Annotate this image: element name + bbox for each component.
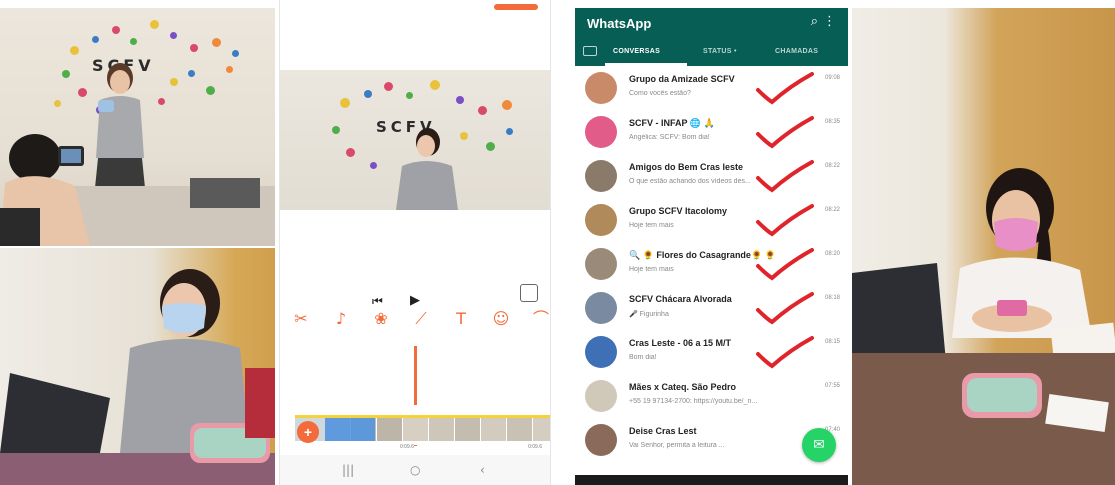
sticker-tool[interactable]: ☺ <box>486 310 516 336</box>
play-icon[interactable]: ▶ <box>410 292 420 308</box>
app-title: WhatsApp <box>587 16 652 31</box>
chat-row[interactable]: Mães x Cateq. São Pedro +55 19 97134-2700… <box>575 374 848 418</box>
photo-recording-session: SCFV <box>0 8 275 246</box>
fullscreen-icon[interactable] <box>520 284 538 302</box>
chat-time: 08:22 <box>824 163 840 169</box>
video-editor-screen: SCFV ⏮ ▶ ✂ ♪ ❀ ⟋ T ☺ ⌒ + 0:09.6 0:09.6 |… <box>279 0 551 485</box>
tab-chamadas[interactable]: CHAMADAS <box>775 48 818 55</box>
tool-label <box>326 330 356 336</box>
chat-time: 08:35 <box>824 119 840 125</box>
scissors-icon: ✂ <box>294 309 308 328</box>
red-checkmark-icon <box>756 292 814 325</box>
effects-tool[interactable]: ⌒ <box>526 309 550 336</box>
speed-tool[interactable]: ⟋ <box>406 310 436 336</box>
export-button[interactable] <box>494 4 538 10</box>
chat-row[interactable]: Grupo da Amizade SCFV Como vocês estão? 09… <box>575 66 848 110</box>
timecodes: 0:09.6 0:09.6 <box>280 444 550 454</box>
scissors-tool[interactable]: ✂ <box>286 310 316 336</box>
search-icon[interactable]: ⌕ <box>811 14 818 29</box>
text-tool[interactable]: T <box>446 310 476 336</box>
music-icon: ♪ <box>335 309 347 328</box>
tab-status[interactable]: STATUS • <box>703 48 737 55</box>
editing-tools: ✂ ♪ ❀ ⟋ T ☺ ⌒ <box>280 310 550 344</box>
selected-clip[interactable] <box>325 418 375 441</box>
text-icon: T <box>456 309 466 328</box>
back-icon[interactable]: ‹ <box>480 463 485 477</box>
tool-label <box>406 330 436 336</box>
chat-avatar <box>585 116 617 148</box>
video-preview[interactable]: SCFV <box>280 70 550 210</box>
chat-time: 08:18 <box>824 295 840 301</box>
chat-row[interactable]: SCFV - INFAP 🌐 🙏 Angélica: SCFV: Bom dia!… <box>575 110 848 154</box>
red-checkmark-icon <box>756 248 814 281</box>
skip-back-icon[interactable]: ⏮ <box>372 294 383 309</box>
chat-row[interactable]: 🔍 🌻 Flores do Casagrande🌻 🌻 Hoje tem mais… <box>575 242 848 286</box>
recent-apps-icon[interactable]: ||| <box>342 463 354 477</box>
chat-avatar <box>585 72 617 104</box>
tool-label <box>286 330 316 336</box>
chat-avatar <box>585 160 617 192</box>
chat-avatar <box>585 380 617 412</box>
chat-name: Deise Cras Lest <box>629 426 697 436</box>
chat-avatar <box>585 204 617 236</box>
tool-label <box>366 330 396 336</box>
timeline-track[interactable] <box>295 415 550 441</box>
whatsapp-tabs: CONVERSAS STATUS • CHAMADAS <box>575 42 848 66</box>
chat-time: 09:08 <box>824 75 840 81</box>
photo-collage: SCFV ⏮ ▶ ✂ ♪ ❀ ⟋ T ☺ ⌒ + 0:09.6 0:09.6 |… <box>0 0 1115 485</box>
phone-bottom-bezel <box>575 475 848 485</box>
woman-laptop-illustration <box>0 269 275 485</box>
tab-conversas[interactable]: CONVERSAS <box>613 48 660 55</box>
current-time: 0:09.6 <box>400 444 414 450</box>
red-checkmark-icon <box>756 204 814 237</box>
new-chat-button[interactable]: ✉ <box>802 428 836 462</box>
chat-avatar <box>585 424 617 456</box>
photo-woman-with-phone <box>852 8 1115 485</box>
effects-icon: ⌒ <box>532 309 549 328</box>
speed-icon: ⟋ <box>415 309 427 328</box>
chat-row[interactable]: Cras Leste - 06 a 15 M/T Bom dia! 08:15 <box>575 330 848 374</box>
more-options-icon[interactable]: ⋮ <box>823 14 836 29</box>
chat-avatar <box>585 336 617 368</box>
chat-avatar <box>585 248 617 280</box>
chat-avatar <box>585 292 617 324</box>
red-checkmark-icon <box>756 72 814 105</box>
android-nav-bar: ||| ○ ‹ <box>280 455 550 485</box>
chat-time: 08:22 <box>824 207 840 213</box>
chat-preview: +55 19 97134-2700: https://youtu.be/_n..… <box>629 398 758 405</box>
filter-tool[interactable]: ❀ <box>366 310 396 336</box>
chat-name: Mães x Cateq. São Pedro <box>629 382 737 392</box>
tool-label <box>526 330 550 336</box>
whatsapp-header: WhatsApp ⌕ ⋮ CONVERSAS STATUS • CHAMADAS <box>575 8 848 66</box>
woman-phone-illustration <box>852 168 1115 485</box>
tool-label <box>486 330 516 336</box>
chat-row[interactable]: SCFV Chácara Alvorada 🎤 Figurinha 08:18 <box>575 286 848 330</box>
music-tool[interactable]: ♪ <box>326 310 356 336</box>
camera-icon[interactable] <box>583 46 597 56</box>
red-checkmark-icon <box>756 336 814 369</box>
people-figures <box>0 63 275 246</box>
chat-row[interactable]: Amigos do Bem Cras leste O que estão acha… <box>575 154 848 198</box>
timeline: + <box>280 405 550 445</box>
tool-label <box>446 330 476 336</box>
preview-person <box>396 128 458 210</box>
home-icon[interactable]: ○ <box>410 463 420 477</box>
add-clip-button[interactable]: + <box>297 421 319 443</box>
red-checkmark-icon <box>756 160 814 193</box>
whatsapp-screen: WhatsApp ⌕ ⋮ CONVERSAS STATUS • CHAMADAS… <box>575 8 848 485</box>
chat-row[interactable]: Grupo SCFV Itacolomy Hoje tem mais 08:22 <box>575 198 848 242</box>
chat-time: 08:15 <box>824 339 840 345</box>
chat-preview: Vai Senhor, permita a leitura ... <box>629 442 725 449</box>
chat-time: 08:20 <box>824 251 840 257</box>
playback-controls: ⏮ ▶ <box>280 290 550 310</box>
filter-icon: ❀ <box>374 309 388 328</box>
red-checkmark-icon <box>756 116 814 149</box>
photo-woman-at-laptop <box>0 248 275 485</box>
chat-time: 07:55 <box>824 383 840 389</box>
editor-top-bar <box>280 0 550 14</box>
total-time: 0:09.6 <box>528 444 542 450</box>
sticker-icon: ☺ <box>492 309 510 328</box>
